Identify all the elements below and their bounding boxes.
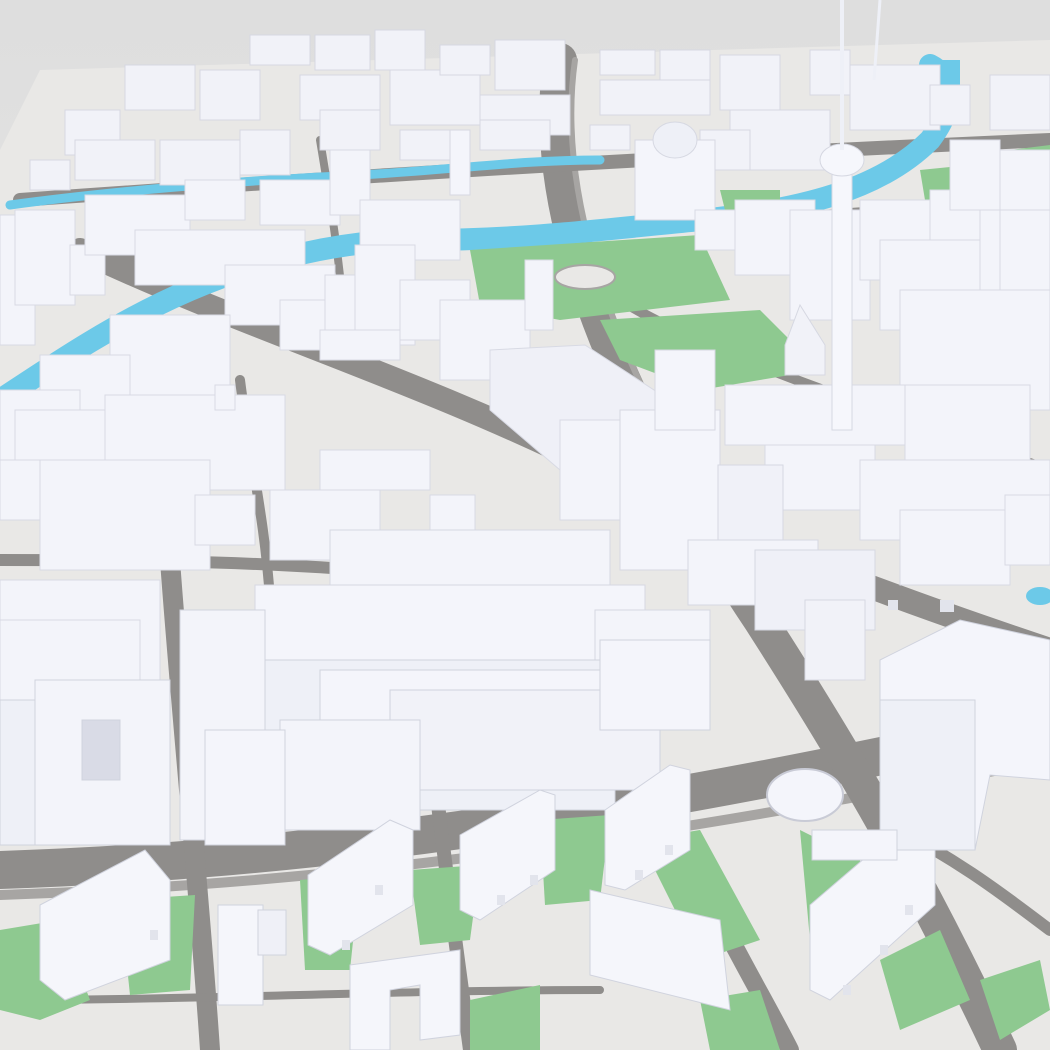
park-circle	[554, 264, 616, 290]
cathedral-dome	[652, 121, 698, 159]
plaza-circle	[766, 768, 844, 822]
city-render	[0, 0, 1050, 1050]
